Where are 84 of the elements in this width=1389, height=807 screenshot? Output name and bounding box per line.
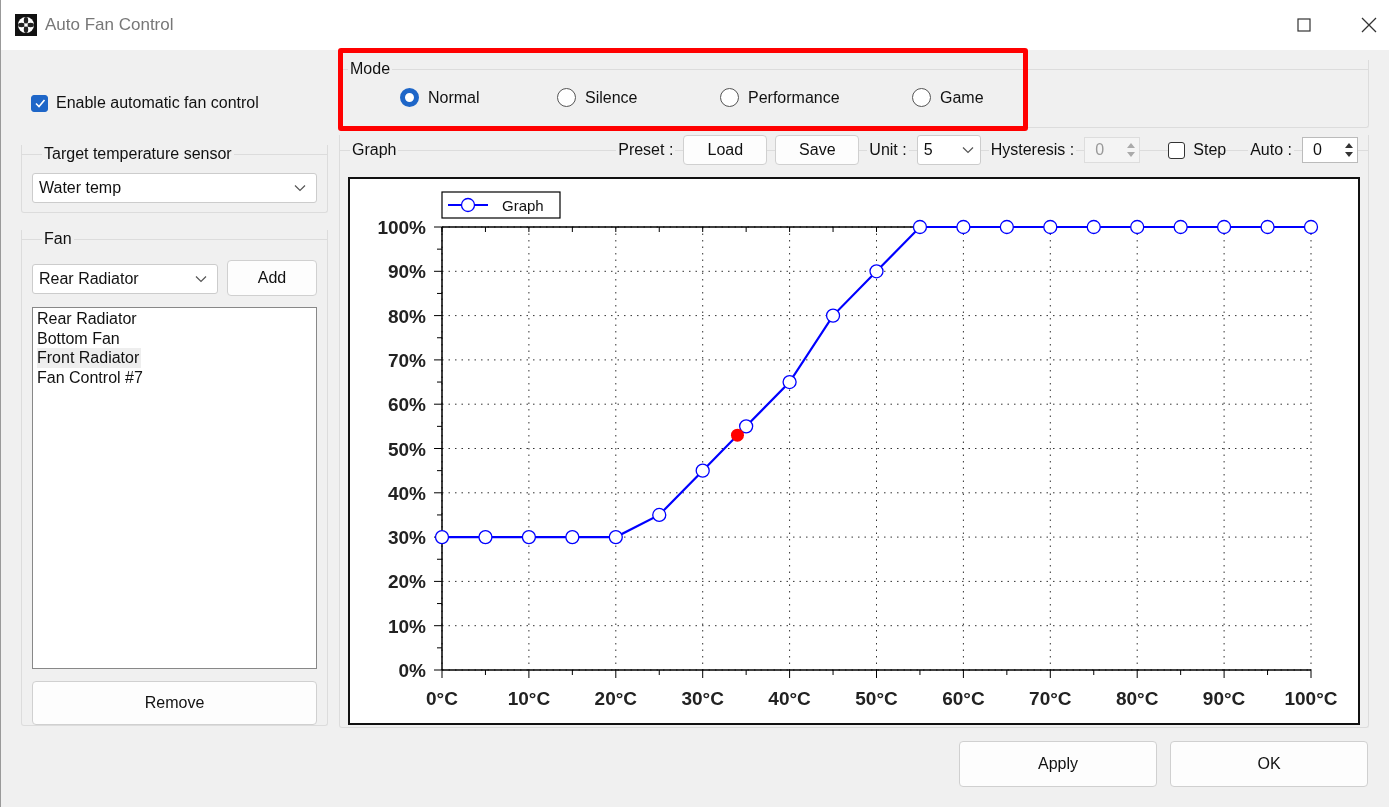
fan-list-item[interactable]: Rear Radiator (37, 309, 139, 329)
spin-arrows-icon (1126, 141, 1137, 159)
x-tick-label: 10°C (507, 688, 551, 709)
radio-button[interactable] (720, 88, 739, 107)
data-point[interactable] (956, 219, 971, 235)
data-point[interactable] (999, 219, 1014, 235)
data-point[interactable] (434, 529, 450, 545)
unit-dropdown[interactable]: 5 (916, 135, 981, 165)
y-tick-label: 90% (387, 261, 426, 283)
spin-arrows-icon (1344, 141, 1354, 159)
fan-dropdown[interactable]: Rear Radiator (32, 264, 218, 294)
group-label: Target temperature sensor (42, 145, 234, 163)
x-tick-label: 0°C (426, 688, 458, 709)
radio-button[interactable] (400, 88, 419, 107)
chevron-icon (961, 146, 974, 154)
save-button[interactable]: Save (775, 135, 860, 165)
radio-label: Game (940, 88, 984, 107)
y-tick-label: 50% (387, 438, 426, 460)
y-tick-label: 60% (387, 394, 426, 416)
data-point[interactable] (739, 419, 754, 434)
close-icon[interactable] (1361, 17, 1377, 33)
x-tick-label: 20°C (594, 688, 638, 709)
x-tick-label: 100°C (1284, 688, 1338, 709)
dialog-button[interactable]: OK (1170, 741, 1368, 787)
data-point[interactable] (1303, 219, 1319, 235)
fan-list-item[interactable]: Fan Control #7 (37, 367, 145, 387)
sensor-dropdown[interactable]: Water temp (32, 173, 317, 203)
data-point[interactable] (912, 219, 928, 235)
data-point[interactable] (521, 529, 537, 545)
chart-legend: Graph (441, 191, 561, 219)
fan-list-item[interactable]: Front Radiator (37, 348, 142, 368)
x-tick-label: 50°C (855, 688, 898, 709)
hysteresis-label: Hysteresis : (988, 141, 1077, 159)
auto-spinner[interactable]: 0 (1302, 137, 1358, 163)
data-point[interactable] (652, 507, 667, 523)
y-tick-label: 40% (387, 482, 426, 504)
data-point[interactable] (869, 264, 884, 279)
y-tick-label: 10% (387, 615, 426, 637)
chevron-icon (195, 275, 207, 283)
y-tick-label: 100% (377, 217, 426, 238)
fan-icon (15, 14, 37, 36)
group-label: Graph (350, 141, 399, 159)
x-tick-label: 70°C (1029, 688, 1072, 709)
y-tick-label: 30% (387, 527, 426, 549)
checkbox-label: Enable automatic fan control (56, 94, 259, 112)
x-tick-label: 90°C (1202, 688, 1246, 709)
checkbox[interactable] (31, 94, 48, 112)
data-point[interactable] (608, 529, 623, 545)
checkbox[interactable] (1168, 141, 1186, 159)
checkbox-label: Step (1193, 141, 1227, 159)
radio-label: Normal (428, 88, 480, 107)
x-tick-label: 60°C (942, 688, 985, 709)
y-tick-label: 20% (387, 571, 426, 593)
y-tick-label: 80% (387, 305, 426, 327)
data-point[interactable] (1086, 219, 1101, 235)
data-point[interactable] (1216, 219, 1232, 235)
data-point[interactable] (782, 374, 797, 390)
chevron-icon (294, 184, 306, 192)
window-title: Auto Fan Control (45, 15, 174, 35)
data-point[interactable] (1173, 219, 1188, 235)
add-button[interactable]: Add (227, 260, 317, 296)
x-tick-label: 30°C (681, 688, 724, 709)
y-tick-label: 0% (398, 660, 426, 681)
legend-label: Graph (502, 197, 544, 214)
data-point[interactable] (565, 529, 580, 545)
maximize-icon[interactable] (1297, 18, 1311, 32)
y-tick-label: 70% (387, 349, 426, 371)
radio-label: Silence (585, 88, 638, 107)
data-point[interactable] (825, 308, 841, 323)
remove-button[interactable]: Remove (32, 681, 317, 725)
current-point-marker (730, 428, 744, 442)
load-button[interactable]: Load (683, 135, 768, 165)
radio-button[interactable] (557, 88, 576, 107)
x-tick-label: 80°C (1115, 688, 1159, 709)
data-point[interactable] (1260, 219, 1275, 235)
fan-list-item[interactable]: Bottom Fan (37, 328, 122, 348)
data-point[interactable] (478, 529, 493, 545)
data-point[interactable] (1043, 219, 1058, 235)
dialog-button[interactable]: Apply (959, 741, 1157, 787)
radio-button[interactable] (912, 88, 931, 107)
radio-label: Performance (748, 88, 840, 107)
x-tick-label: 40°C (768, 688, 811, 709)
data-point[interactable] (1130, 219, 1145, 235)
data-point[interactable] (695, 463, 710, 478)
